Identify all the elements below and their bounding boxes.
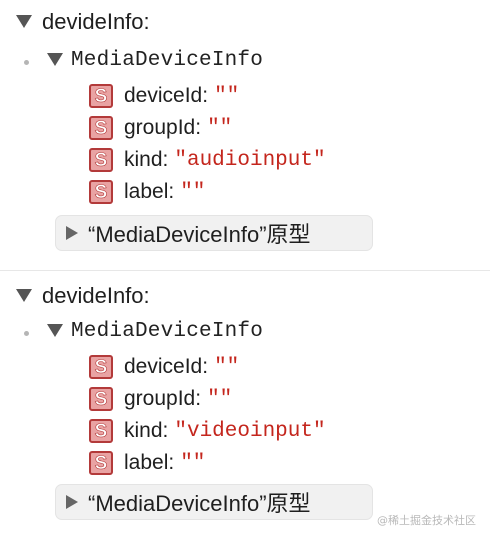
- console-entry: devideInfo: MediaDeviceInfo S deviceId: …: [0, 0, 490, 270]
- disclosure-triangle-expanded-icon[interactable]: [47, 53, 63, 66]
- console-output-panel: devideInfo: MediaDeviceInfo S deviceId: …: [0, 0, 490, 542]
- property-key: deviceId:: [124, 84, 209, 107]
- watermark: @稀土掘金技术社区: [377, 514, 476, 527]
- property-key: groupId:: [124, 387, 202, 410]
- string-type-badge-icon: S: [89, 451, 113, 475]
- property-value: "": [207, 116, 233, 140]
- property-key: kind:: [124, 148, 169, 171]
- entry-label-text: devideInfo:: [42, 283, 150, 308]
- string-type-badge-icon: S: [89, 419, 113, 443]
- property-value: "": [214, 355, 240, 379]
- property-value: "": [207, 387, 233, 411]
- property-value: "": [214, 84, 240, 108]
- prototype-label: “MediaDeviceInfo”原型: [88, 491, 311, 516]
- property-row-deviceid[interactable]: deviceId: "": [124, 352, 239, 382]
- property-row-label[interactable]: label: "": [124, 448, 205, 478]
- prototype-toggle[interactable]: “MediaDeviceInfo”原型: [55, 215, 373, 251]
- string-type-badge-icon: S: [89, 355, 113, 379]
- property-key: label:: [124, 180, 175, 203]
- string-type-badge-icon: S: [89, 180, 113, 204]
- object-class-name: MediaDeviceInfo: [71, 48, 264, 72]
- property-row-kind[interactable]: kind: "audioinput": [124, 145, 326, 175]
- property-row-deviceid[interactable]: deviceId: "": [124, 81, 239, 111]
- property-value: "videoinput": [174, 419, 326, 443]
- disclosure-triangle-collapsed-icon[interactable]: [66, 226, 78, 240]
- object-class-name: MediaDeviceInfo: [71, 319, 264, 343]
- property-value: "": [180, 451, 206, 475]
- string-type-badge-icon: S: [89, 148, 113, 172]
- disclosure-triangle-expanded-icon[interactable]: [16, 289, 32, 302]
- property-row-kind[interactable]: kind: "videoinput": [124, 416, 326, 446]
- property-value: "": [180, 180, 206, 204]
- string-type-badge-icon: S: [89, 387, 113, 411]
- tree-bullet: [24, 60, 29, 65]
- entry-label: devideInfo:: [42, 7, 150, 37]
- property-value: "audioinput": [174, 148, 326, 172]
- disclosure-triangle-expanded-icon[interactable]: [47, 324, 63, 337]
- prototype-label: “MediaDeviceInfo”原型: [88, 222, 311, 247]
- entry-label: devideInfo:: [42, 281, 150, 311]
- string-type-badge-icon: S: [89, 116, 113, 140]
- console-entry: devideInfo: MediaDeviceInfo S deviceId: …: [0, 270, 490, 541]
- property-key: groupId:: [124, 116, 202, 139]
- property-row-label[interactable]: label: "": [124, 177, 205, 207]
- prototype-toggle[interactable]: “MediaDeviceInfo”原型: [55, 484, 373, 520]
- disclosure-triangle-expanded-icon[interactable]: [16, 15, 32, 28]
- property-row-groupid[interactable]: groupId: "": [124, 384, 232, 414]
- object-class-row[interactable]: MediaDeviceInfo: [71, 316, 263, 346]
- object-class-row[interactable]: MediaDeviceInfo: [71, 45, 263, 75]
- string-type-badge-icon: S: [89, 84, 113, 108]
- disclosure-triangle-collapsed-icon[interactable]: [66, 495, 78, 509]
- property-key: deviceId:: [124, 355, 209, 378]
- property-row-groupid[interactable]: groupId: "": [124, 113, 232, 143]
- property-key: label:: [124, 451, 175, 474]
- tree-bullet: [24, 331, 29, 336]
- entry-label-text: devideInfo:: [42, 9, 150, 34]
- property-key: kind:: [124, 419, 169, 442]
